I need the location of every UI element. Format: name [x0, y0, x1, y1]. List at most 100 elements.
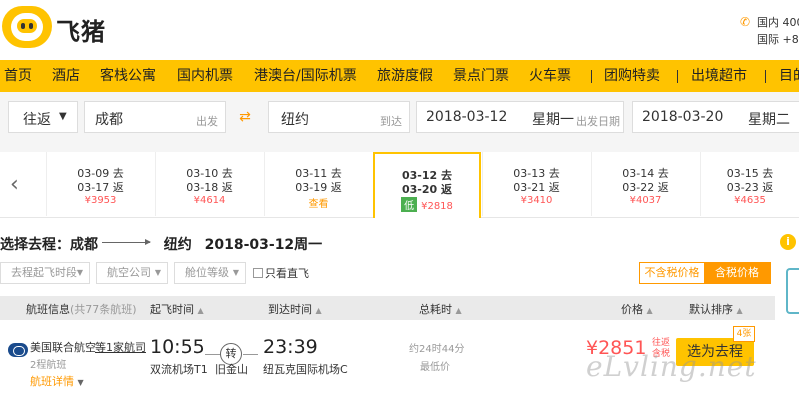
- nav-item-group-buy[interactable]: 团购特卖: [604, 60, 660, 92]
- from-city-input[interactable]: 成都 出发: [84, 101, 226, 133]
- date-back: 03-22 返: [622, 181, 669, 194]
- from-hint: 出发: [196, 115, 218, 128]
- duration-tag: 最低价: [420, 362, 450, 373]
- date-option[interactable]: 03-14 去 03-22 返 ¥4037: [591, 152, 699, 216]
- date-back: 03-23 返: [726, 181, 774, 194]
- direct-only-label[interactable]: 只看直飞: [265, 265, 309, 281]
- col-flight-info-label: 航班信息: [26, 303, 70, 316]
- info-icon[interactable]: i: [780, 234, 796, 250]
- nav-item-destination[interactable]: 目的: [779, 60, 799, 92]
- united-airlines-logo-icon: [8, 343, 28, 357]
- date-back: 03-18 返: [186, 181, 233, 194]
- airline-filter[interactable]: 航空公司 ▼: [96, 262, 168, 284]
- airline-filter-label: 航空公司: [107, 266, 151, 279]
- col-arrive-time-label: 到达时间: [268, 303, 312, 316]
- col-sort-label: 默认排序: [689, 303, 733, 316]
- chevron-down-icon: ▼: [59, 111, 67, 122]
- date-price: ¥4037: [629, 195, 662, 206]
- from-city-value: 成都: [95, 112, 123, 128]
- return-date-input[interactable]: 2018-03-20 星期二: [632, 101, 799, 133]
- col-duration[interactable]: 总耗时 ▲: [419, 301, 462, 317]
- route-from: 选择去程：成都: [0, 237, 98, 253]
- date-option[interactable]: 03-10 去 03-18 返 ¥4614: [155, 152, 263, 216]
- tax-price-toggle: 不含税价格 含税价格: [639, 262, 771, 284]
- date-back: 03-21 返: [513, 181, 560, 194]
- arrow-right-icon: [102, 239, 151, 245]
- nav-item-train[interactable]: 火车票: [529, 60, 571, 92]
- flight-details-label: 航班详情: [30, 375, 74, 388]
- airline-name: 美国联合航空: [30, 341, 96, 354]
- flight-count: (共77条航班): [70, 303, 137, 316]
- col-arrive-time[interactable]: 到达时间 ▲: [268, 301, 322, 317]
- col-sort[interactable]: 默认排序 ▲: [689, 301, 743, 317]
- nav-item-intl-flights[interactable]: 港澳台/国际机票: [254, 60, 357, 92]
- nav-item-domestic-flights[interactable]: 国内机票: [177, 60, 233, 92]
- route-line: [205, 354, 220, 355]
- return-weekday: 星期二: [748, 112, 790, 128]
- return-date-value: 2018-03-20: [642, 109, 724, 125]
- codeshare-link[interactable]: 等1家航司: [95, 339, 146, 355]
- route-heading: 选择去程：成都 纽约 2018-03-12周一: [0, 234, 322, 254]
- depart-date-input[interactable]: 2018-03-12 星期一 出发日期: [416, 101, 624, 133]
- nav-separator: [765, 70, 766, 83]
- lowest-badge: 低: [401, 197, 418, 212]
- nav-item-vacation[interactable]: 旅游度假: [377, 60, 433, 92]
- nav-item-duty-free[interactable]: 出境超市: [691, 60, 747, 92]
- caret-down-icon: ▼: [154, 268, 161, 277]
- col-depart-time[interactable]: 起飞时间 ▲: [150, 301, 204, 317]
- date-back: 03-20 返: [401, 183, 452, 196]
- seats-remaining-badge: 4张: [733, 326, 755, 342]
- cabin-filter[interactable]: 舱位等级 ▼: [174, 262, 246, 284]
- date-option[interactable]: 03-15 去 03-23 返 ¥4635: [700, 152, 799, 216]
- caret-down-icon: ▼: [77, 378, 84, 387]
- fliggy-logo-icon[interactable]: [2, 6, 52, 48]
- date-option[interactable]: 03-11 去 03-19 返 查看: [264, 152, 372, 216]
- sort-up-icon: ▲: [455, 306, 462, 315]
- side-ad-banner[interactable]: [782, 256, 799, 346]
- hotline-domestic: 国内 400: [757, 16, 799, 29]
- trip-type-select[interactable]: 往返 ▼: [8, 101, 78, 133]
- tax-included-option[interactable]: 含税价格: [704, 263, 770, 283]
- nav-item-home[interactable]: 首页: [4, 60, 32, 92]
- nav-item-hotel[interactable]: 酒店: [52, 60, 80, 92]
- route-to: 纽约: [163, 237, 192, 253]
- chevron-left-icon[interactable]: ‹: [10, 172, 19, 197]
- cabin-filter-label: 舱位等级: [185, 266, 229, 279]
- sort-up-icon: ▲: [646, 306, 653, 315]
- depart-date-hint: 出发日期: [576, 115, 620, 128]
- col-flight-info: 航班信息(共77条航班): [26, 301, 137, 317]
- date-back: 03-19 返: [295, 181, 342, 194]
- direct-only-checkbox[interactable]: [253, 268, 263, 278]
- date-option-selected[interactable]: 03-12 去 03-20 返 低 ¥2818: [373, 152, 481, 218]
- date-price: ¥2818: [421, 201, 453, 212]
- header: 飞猪 ✆ 国内 400 国际 +86: [0, 0, 799, 60]
- tax-excluded-option[interactable]: 不含税价格: [640, 263, 704, 283]
- date-price: ¥3953: [84, 195, 117, 206]
- logo-text[interactable]: 飞猪: [56, 12, 106, 47]
- col-price[interactable]: 价格 ▲: [621, 301, 653, 317]
- hotline-intl: 国际 +86: [757, 33, 799, 46]
- watermark: eLvling.net: [586, 350, 757, 383]
- date-option[interactable]: 03-13 去 03-21 返 ¥3410: [482, 152, 590, 216]
- date-price: ¥3410: [520, 195, 553, 206]
- arrive-airport: 纽瓦克国际机场C: [263, 363, 348, 376]
- sort-up-icon: ▲: [197, 306, 204, 315]
- nav-item-tickets[interactable]: 景点门票: [453, 60, 509, 92]
- date-price-row: 低 ¥2818: [375, 197, 479, 212]
- flight-table-header: 航班信息(共77条航班) 起飞时间 ▲ 到达时间 ▲ 总耗时 ▲ 价格 ▲ 默认…: [0, 296, 775, 320]
- nav-separator: [677, 70, 678, 83]
- route-line: [243, 354, 258, 355]
- depart-time-filter[interactable]: 去程起飞时段 ▼: [0, 262, 90, 284]
- date-view-link[interactable]: 查看: [265, 195, 372, 210]
- date-price: ¥4614: [193, 195, 226, 206]
- nav-item-inn[interactable]: 客栈公寓: [100, 60, 156, 92]
- swap-cities-icon[interactable]: ⇄: [234, 107, 256, 127]
- date-option[interactable]: 03-09 去 03-17 返 ¥3953: [46, 152, 154, 216]
- route-date: 2018-03-12周一: [204, 237, 323, 253]
- flight-details-link[interactable]: 航班详情 ▼: [30, 373, 84, 389]
- trip-type-value: 往返: [23, 112, 51, 128]
- main-nav: 首页 酒店 客栈公寓 国内机票 港澳台/国际机票 旅游度假 景点门票 火车票 团…: [0, 60, 799, 92]
- caret-down-icon: ▼: [76, 268, 83, 277]
- to-city-input[interactable]: 纽约 到达: [268, 101, 410, 133]
- col-depart-time-label: 起飞时间: [150, 303, 194, 316]
